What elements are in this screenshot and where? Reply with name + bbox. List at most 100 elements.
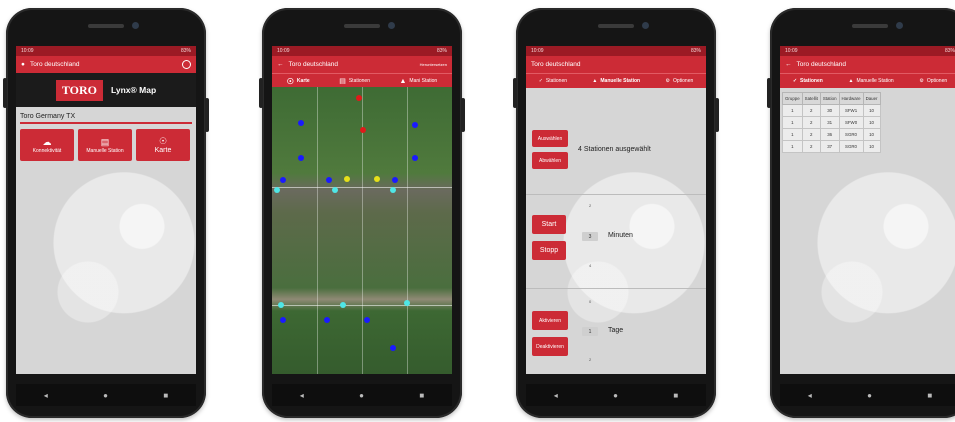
power-button	[205, 98, 209, 132]
tab-manual-station[interactable]: ▲ Mani Station	[399, 78, 437, 85]
sprinkler-blue[interactable]	[326, 177, 332, 183]
table-cell: 30	[819, 104, 840, 117]
sprinkler-blue[interactable]	[298, 120, 304, 126]
volume-button	[3, 78, 7, 108]
tab-options[interactable]: ⚙ Optionen	[919, 78, 947, 84]
sprinkler-blue[interactable]	[280, 177, 286, 183]
recents-icon[interactable]: ■	[673, 391, 678, 400]
back-arrow-icon[interactable]: ←	[277, 61, 284, 68]
divider	[20, 122, 192, 124]
recents-icon[interactable]: ■	[927, 391, 932, 400]
tab-stations-label: Stationen	[800, 78, 823, 84]
volume-button	[513, 78, 517, 108]
column-header[interactable]: Station	[819, 92, 840, 105]
recents-icon[interactable]: ■	[163, 391, 168, 400]
info-icon[interactable]	[182, 60, 191, 69]
home-icon[interactable]: ●	[613, 391, 618, 400]
table-row[interactable]: 1 2 36 SGR0 10	[782, 128, 881, 141]
sprinkler-red[interactable]	[356, 95, 362, 101]
app-bar: ● Toro deutschland	[16, 56, 196, 73]
speaker	[88, 24, 124, 28]
table-row[interactable]: 1 2 30 SFW1 10	[782, 104, 881, 117]
sprinkler-blue[interactable]	[392, 177, 398, 183]
recents-icon[interactable]: ■	[419, 391, 424, 400]
nav-bar: ◂ ● ■	[16, 384, 196, 406]
column-header[interactable]: Satellit	[801, 92, 821, 105]
back-icon[interactable]: ◂	[554, 391, 558, 400]
deactivate-button[interactable]: Deaktivieren	[532, 337, 568, 356]
status-battery: 83%	[944, 48, 955, 54]
minutes-picker[interactable]: 3	[582, 232, 598, 241]
sprinkler-blue[interactable]	[324, 317, 330, 323]
connectivity-button[interactable]: ☁ Konnektivität	[20, 129, 74, 161]
table-header-row: Gruppe Satellit Station Hardware Dauer	[782, 92, 881, 105]
app-bar: ← Toro deutschland Heruntersetzen	[272, 56, 452, 73]
satellite-map[interactable]	[272, 87, 452, 374]
app-title: Toro deutschland	[531, 61, 581, 68]
home-icon[interactable]: ●	[103, 391, 108, 400]
sprinkler-cyan[interactable]	[340, 302, 346, 308]
column-header[interactable]: Gruppe	[782, 92, 803, 105]
stop-button[interactable]: Stopp	[532, 241, 566, 260]
sprinkler-blue[interactable]	[298, 155, 304, 161]
table-row[interactable]: 1 2 37 SGR0 10	[782, 140, 881, 153]
status-bar: 10:09 83%	[526, 46, 706, 56]
tab-map[interactable]: ☉ Karte	[287, 77, 310, 86]
tab-stations[interactable]: ▤ Stationen	[339, 77, 370, 85]
tab-options[interactable]: ⚙ Optionen	[666, 78, 694, 84]
tab-stations[interactable]: ✓ Stationen	[793, 78, 823, 84]
manual-station-button[interactable]: ▤ Manuelle Station	[78, 129, 132, 161]
download-link[interactable]: Heruntersetzen	[420, 62, 447, 67]
sprinkler-cyan[interactable]	[332, 187, 338, 193]
table-cell: 10	[862, 116, 881, 129]
sprinkler-yellow[interactable]	[374, 176, 380, 182]
status-battery: 83%	[180, 48, 191, 54]
sprinkler-blue[interactable]	[390, 345, 396, 351]
map-button[interactable]: ☉ Karte	[136, 129, 190, 161]
stations-screen: 10:09 83% ← Toro deutschland ✓ Stationen…	[780, 46, 955, 374]
sprinkler-blue[interactable]	[412, 155, 418, 161]
tab-manual-station[interactable]: ▲ Manuelle Station	[592, 78, 640, 84]
back-icon[interactable]: ◂	[300, 391, 304, 400]
select-label: Auswählen	[537, 135, 563, 142]
deselect-button[interactable]: Abwählen	[532, 152, 568, 169]
sprinkler-cyan[interactable]	[404, 300, 410, 306]
list-icon: ▤	[339, 78, 346, 85]
activate-label: Aktivieren	[539, 317, 561, 324]
back-icon[interactable]: ◂	[808, 391, 812, 400]
back-icon[interactable]: ◂	[44, 391, 48, 400]
sprinkler-blue[interactable]	[364, 317, 370, 323]
phone-stations-table: 10:09 83% ← Toro deutschland ✓ Stationen…	[767, 8, 955, 418]
home-buttons: ☁ Konnektivität ▤ Manuelle Station ☉ Kar…	[16, 126, 196, 164]
start-button[interactable]: Start	[532, 215, 566, 234]
tab-manual-station[interactable]: ▲ Manuelle Station	[848, 78, 893, 84]
sprinkler-blue[interactable]	[280, 317, 286, 323]
gear-icon: ⚙	[919, 78, 924, 84]
select-button[interactable]: Auswählen	[532, 130, 568, 147]
selection-section: Auswählen Abwählen 4 Stationen ausgewähl…	[526, 88, 706, 195]
table-row[interactable]: 1 2 31 SFW0 10	[782, 116, 881, 129]
home-icon[interactable]: ●	[867, 391, 872, 400]
sprinkler-red[interactable]	[360, 127, 366, 133]
cloud-icon: ☁	[42, 136, 52, 147]
stations-table: Gruppe Satellit Station Hardware Dauer 1…	[782, 92, 881, 153]
user-icon[interactable]: ●	[21, 61, 25, 68]
sprinkler-blue[interactable]	[412, 122, 418, 128]
sprinkler-cyan[interactable]	[278, 302, 284, 308]
sprinkler-cyan[interactable]	[390, 187, 396, 193]
column-header[interactable]: Hardware	[838, 92, 864, 105]
tab-stations[interactable]: ✓ Stationen	[539, 78, 567, 84]
sprinkler-yellow[interactable]	[344, 176, 350, 182]
column-header[interactable]: Dauer	[862, 92, 881, 105]
connectivity-label: Konnektivität	[32, 147, 62, 154]
map-label: Karte	[154, 147, 172, 154]
run-section: 2 Start Stopp 3 Minuten 4	[526, 195, 706, 289]
activate-button[interactable]: Aktivieren	[532, 311, 568, 330]
back-arrow-icon[interactable]: ←	[785, 61, 792, 68]
table-cell: 37	[819, 140, 840, 153]
table-cell: 1	[782, 140, 803, 153]
days-picker[interactable]: 1	[582, 327, 598, 336]
sprinkler-cyan[interactable]	[274, 187, 280, 193]
field-line	[317, 87, 318, 374]
home-icon[interactable]: ●	[359, 391, 364, 400]
